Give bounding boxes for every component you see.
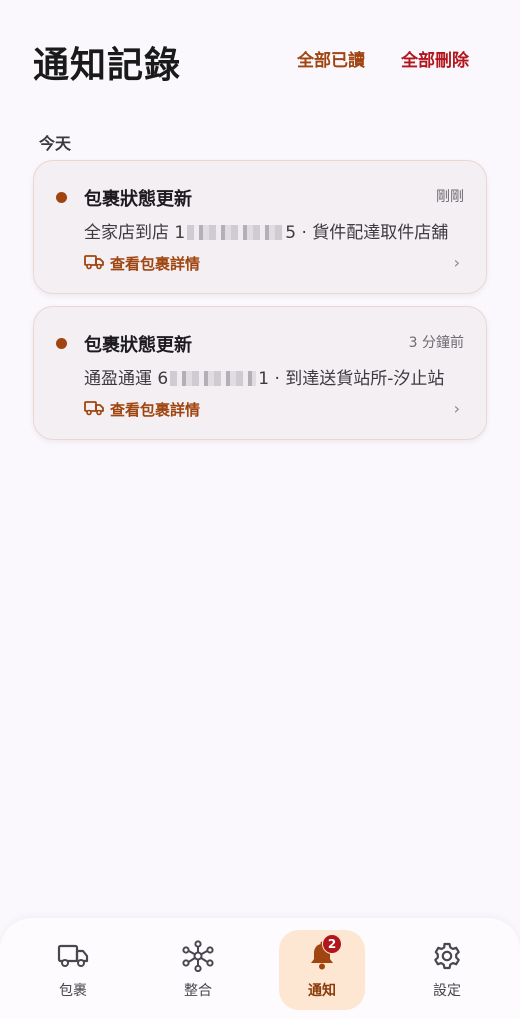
notification-title: 包裹狀態更新 [84,335,192,356]
truck-icon [84,400,104,420]
page-title: 通知記錄 [33,45,182,86]
mark-all-read-button[interactable]: 全部已讀 [297,46,365,71]
unread-dot [56,192,67,203]
unread-dot [56,338,67,349]
link-label: 查看包裹詳情 [110,255,201,273]
bottom-navigation: 包裹 整合 2 通知 設定 [0,918,520,1019]
nav-item-integrations[interactable]: 整合 [155,930,241,1010]
view-package-details-link[interactable]: 查看包裹詳情 [84,399,200,420]
link-label: 查看包裹詳情 [110,401,201,419]
bell-icon: 2 [308,934,342,972]
nav-item-packages[interactable]: 包裹 [30,930,116,1010]
nav-label: 設定 [433,983,461,999]
nav-label: 包裹 [59,983,87,999]
delete-all-button[interactable]: 全部刪除 [401,46,469,71]
notification-count-badge: 2 [322,934,342,954]
notification-card[interactable]: 包裹狀態更新 剛剛 全家店到店 1 5 · 貨件配達取件店舖 查看包裹詳情 › [33,160,487,294]
nav-item-notifications[interactable]: 2 通知 [279,930,365,1010]
notification-time: 3 分鐘前 [408,335,464,351]
nav-item-settings[interactable]: 設定 [404,930,490,1010]
notification-card[interactable]: 包裹狀態更新 3 分鐘前 通盈通運 6 1 · 到達送貨站所-汐止站 查看包裹詳情… [33,306,487,440]
notification-title: 包裹狀態更新 [84,189,192,210]
body-prefix: 全家店到店 1 [84,223,186,243]
redacted-tracking-number [170,371,257,386]
truck-icon [57,940,89,972]
notification-time: 剛剛 [436,189,464,205]
nav-label: 整合 [184,983,212,999]
nav-label: 通知 [308,983,336,999]
chevron-right-icon: › [453,253,460,272]
gear-icon [432,940,462,972]
redacted-tracking-number [187,225,284,240]
view-package-details-link[interactable]: 查看包裹詳情 [84,253,200,274]
body-suffix: 5 · 貨件配達取件店舖 [285,223,449,243]
notification-body: 通盈通運 6 1 · 到達送貨站所-汐止站 [84,364,474,389]
truck-icon [84,254,104,274]
section-label-today: 今天 [39,134,72,153]
notification-body: 全家店到店 1 5 · 貨件配達取件店舖 [84,218,474,243]
app-header: 通知記錄 全部已讀 全部刪除 [0,0,520,110]
chevron-right-icon: › [453,399,460,418]
hub-icon [181,940,215,972]
body-suffix: 1 · 到達送貨站所-汐止站 [258,369,445,389]
body-prefix: 通盈通運 6 [84,369,169,389]
